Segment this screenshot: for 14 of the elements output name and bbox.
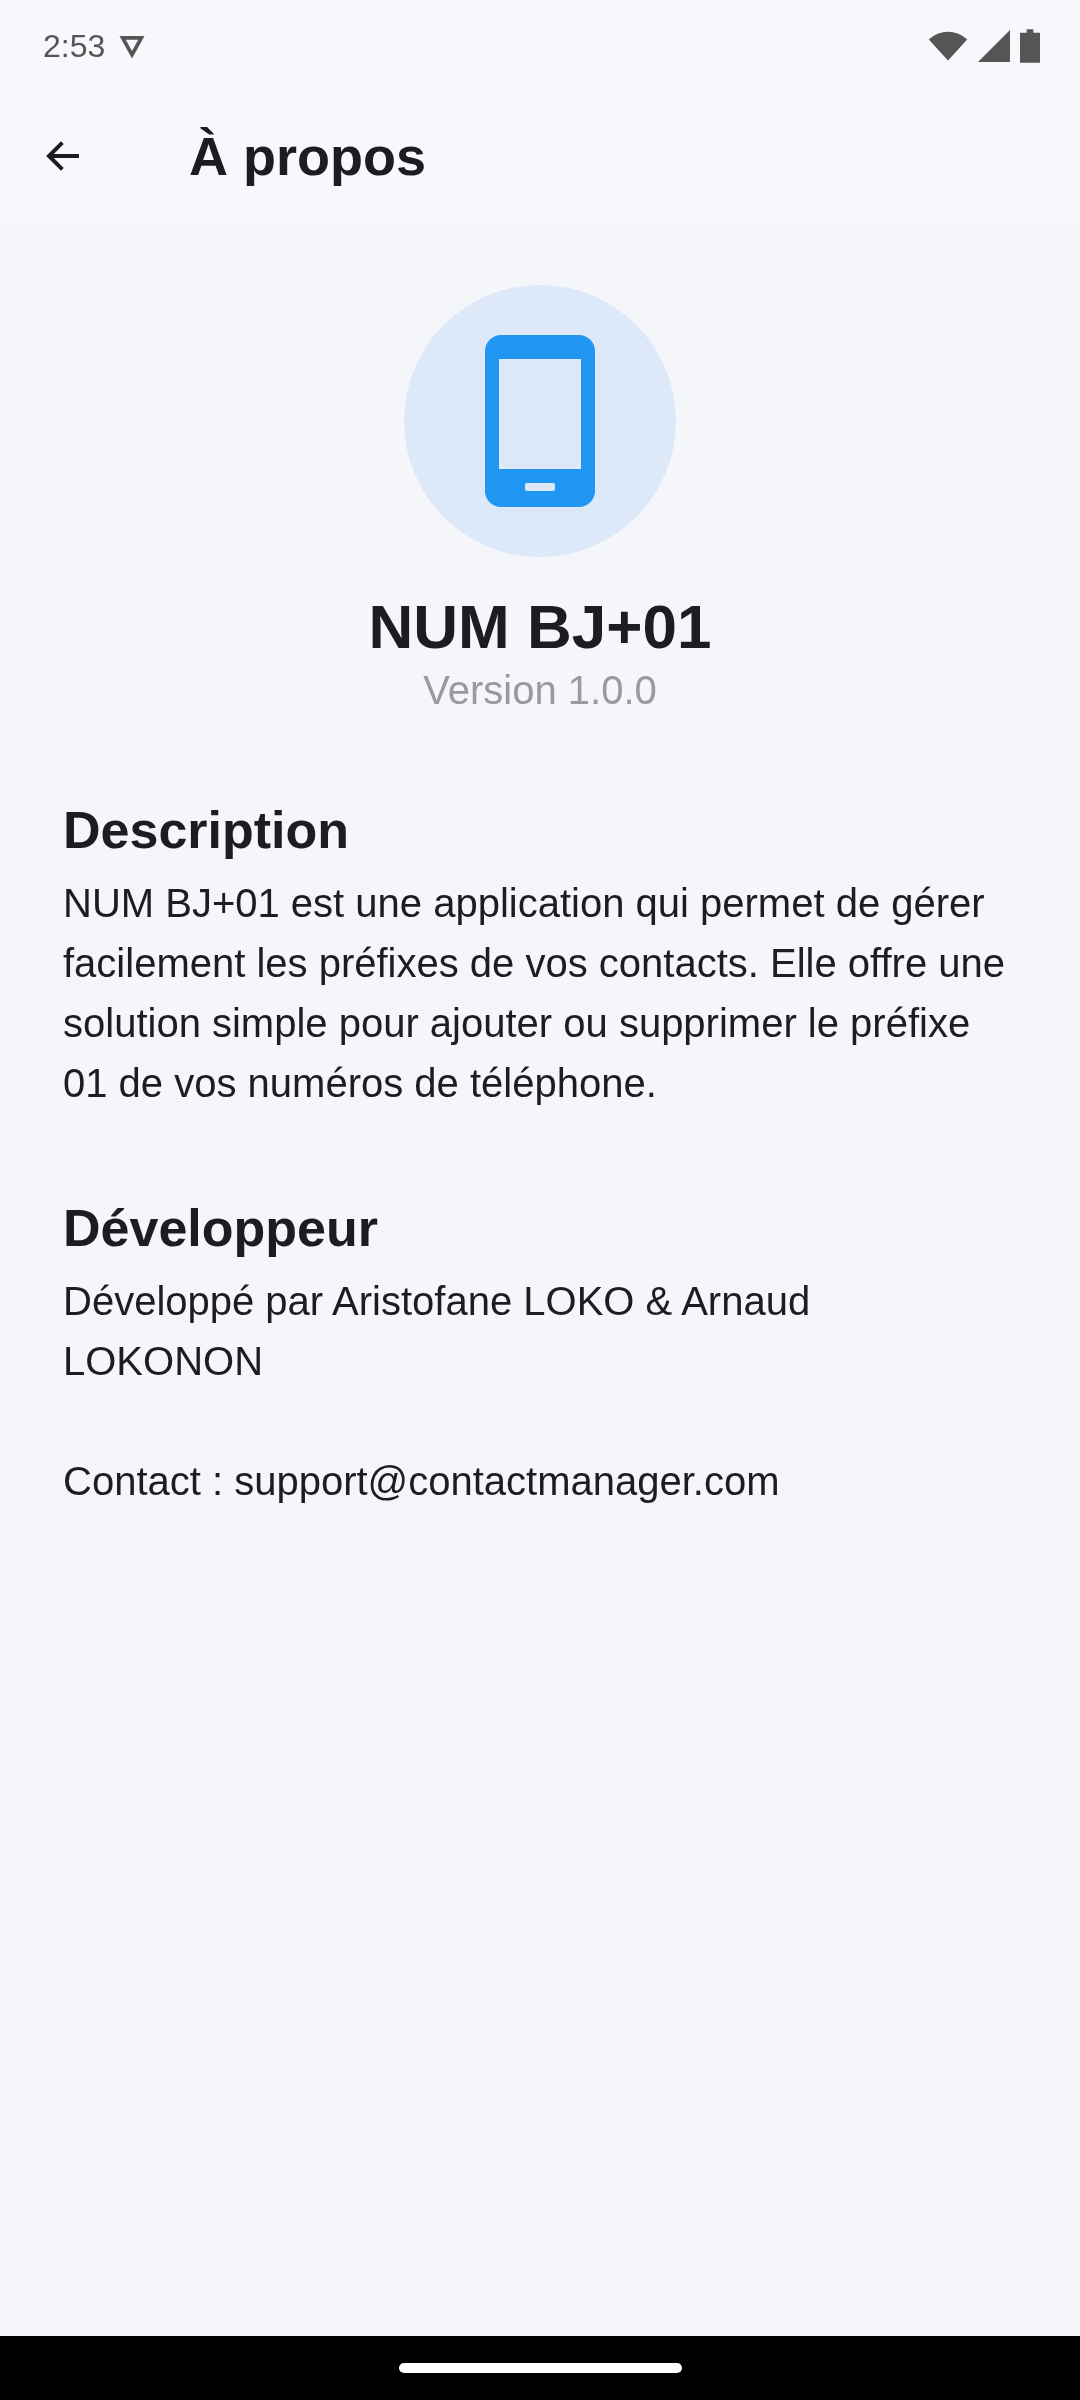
section-heading: Développeur [63,1198,379,1259]
paragraph: Développé par Aristofane LOKO & Arnaud LOKONON [63,1278,812,1385]
app-version: Version 1.0.0 [423,667,657,714]
home-handle[interactable] [398,2363,682,2373]
paragraph: Contact : support@contactmanager.com [63,1458,781,1505]
paragraph: NUM BJ+01 est une application qui permet de gérer facilement les préfixes de vos contacts. Elle offre une solution simple pour ajouter ou supprimer le préfixe 01 de vos numéros de téléphone. [63,880,1006,1107]
signal-icon [978,30,1010,62]
app-name: NUM BJ+01 [368,591,712,663]
page-title: À propos [189,124,426,187]
wifi-icon [928,30,968,62]
status-time: 2:53 [43,27,106,65]
battery-icon [1020,29,1040,63]
section-heading: Description [63,800,351,861]
smartphone-icon [485,335,595,507]
